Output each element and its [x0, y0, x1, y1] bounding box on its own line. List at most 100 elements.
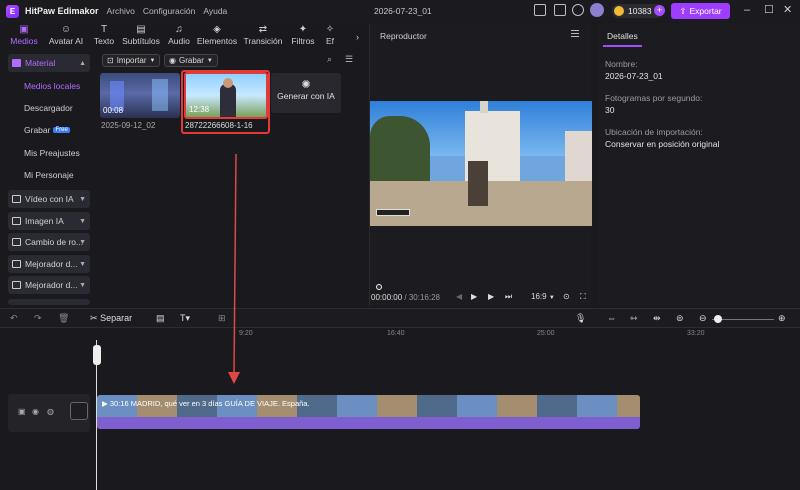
sidebar-item-label: Vídeo con IA — [25, 194, 74, 204]
redo-icon[interactable]: ↷ — [34, 313, 42, 324]
ruler-tick: 25:00 — [537, 330, 555, 337]
split-button[interactable]: ✂ Separar — [90, 313, 132, 324]
import-icon: ⊡ — [107, 56, 114, 65]
magic-icon: ✺ — [301, 79, 311, 91]
layout-icon[interactable] — [534, 4, 546, 16]
free-badge: Free — [53, 127, 70, 133]
sidebar-item-descargador[interactable]: Descargador — [8, 99, 90, 117]
tab-label: Texto — [93, 36, 115, 46]
media-duration: 00:08 — [103, 106, 124, 115]
menu-icon[interactable] — [571, 30, 579, 37]
microphone-icon[interactable]: 🎙 — [575, 313, 586, 324]
fast-forward-icon[interactable]: ⏭ — [505, 292, 512, 302]
snap-icon[interactable]: ⇿ — [630, 313, 638, 324]
text-icon: T — [100, 24, 108, 35]
minimize-icon[interactable]: – — [744, 4, 750, 16]
delete-icon[interactable]: 🗑 — [58, 313, 69, 324]
tab-medios[interactable]: ▣ Medios — [6, 22, 42, 48]
sidebar-group-imagen-ia[interactable]: Imagen IA ▼ — [8, 212, 90, 230]
tab-detalles[interactable]: Detalles — [603, 27, 642, 47]
keyboard-icon[interactable] — [554, 4, 566, 16]
download-icon[interactable] — [572, 4, 584, 16]
step-back-icon[interactable]: ▶ — [471, 292, 477, 301]
menu-archivo[interactable]: Archivo — [107, 6, 135, 16]
enhancer-icon — [12, 260, 21, 268]
link-icon[interactable]: ⇔ — [607, 313, 616, 323]
aspect-ratio[interactable]: 16:9 ▼ — [531, 292, 555, 301]
snapshot-icon[interactable]: ⊙ — [563, 292, 570, 301]
generate-ia-button[interactable]: ✺ Generar con IA — [271, 73, 341, 113]
split-audio-icon[interactable]: ⇹ — [653, 313, 661, 324]
visibility-icon[interactable]: ◉ — [32, 407, 39, 416]
tab-audio[interactable]: ♫ Audio — [164, 22, 194, 48]
record-button[interactable]: ◉ Grabar ▼ — [164, 54, 218, 67]
zoom-slider-handle[interactable] — [714, 315, 722, 323]
cover-button[interactable] — [70, 402, 88, 420]
tab-label: Audio — [168, 36, 190, 46]
sidebar-group-mejorador-1[interactable]: Mejorador d... ▼ — [8, 255, 90, 273]
sidebar-item-mis-preajustes[interactable]: Mis Preajustes — [8, 144, 90, 162]
app-name: HitPaw Edimakor — [25, 6, 99, 16]
preview-overlay-text — [376, 209, 410, 216]
tab-efectos[interactable]: ✧ Ef — [320, 22, 340, 48]
sidebar-group-video-ia[interactable]: Vídeo con IA ▼ — [8, 190, 90, 208]
media-tabs: ▣ Medios ☺ Avatar AI T Texto ▤ Subtítulos ♫ A… — [6, 22, 366, 48]
media-thumbnail-1[interactable]: 00:08 — [100, 73, 180, 118]
fit-icon[interactable]: ⊜ — [676, 313, 684, 324]
fullscreen-icon[interactable]: ⛶ — [580, 292, 586, 302]
sidebar-group-mejorador-2[interactable]: Mejorador d... ▼ — [8, 276, 90, 294]
enhancer-icon — [12, 281, 21, 289]
ruler-tick: 33:20 — [687, 330, 705, 337]
media-label: 2025-09-12_02 — [101, 121, 156, 130]
mute-icon[interactable]: ◍ — [47, 407, 54, 416]
zoom-out-icon[interactable]: ⊖ — [699, 313, 707, 324]
tab-avatar-ai[interactable]: ☺ Avatar AI — [42, 22, 90, 48]
sidebar-item-mi-personaje[interactable]: Mi Personaje — [8, 166, 90, 184]
search-icon[interactable]: ⌕ — [327, 54, 332, 65]
sidebar-item-label: Grabar — [24, 125, 51, 135]
sidebar-group-more[interactable] — [8, 299, 90, 305]
tab-transicion[interactable]: ⇄ Transición — [240, 22, 286, 48]
sidebar-group-cambio[interactable]: Cambio de ro... ▼ — [8, 233, 90, 251]
name-label: Nombre: — [605, 59, 638, 69]
menu-ayuda[interactable]: Ayuda — [203, 6, 227, 16]
import-button[interactable]: ⊡ Importar ▼ — [102, 54, 161, 67]
maximize-icon[interactable]: ☐ — [764, 4, 774, 16]
tab-label: Transición — [243, 36, 283, 46]
chevron-down-icon: ▼ — [79, 195, 86, 203]
close-icon[interactable]: ✕ — [783, 4, 792, 16]
sort-icon[interactable]: ☰ — [345, 54, 353, 65]
record-label: Grabar — [178, 56, 204, 65]
export-button[interactable]: ⇪ Exportar — [671, 3, 730, 19]
tab-texto[interactable]: T Texto — [90, 22, 118, 48]
tabs-scroll-right-icon[interactable]: › — [356, 32, 359, 42]
add-coins-button[interactable]: + — [654, 5, 665, 16]
video-preview[interactable] — [370, 101, 592, 226]
avatar[interactable] — [590, 3, 604, 17]
audio-waveform — [97, 417, 640, 429]
elements-icon: ◈ — [213, 24, 221, 35]
arrow-shaft — [233, 153, 237, 375]
text-tool-icon[interactable]: T▾ — [180, 313, 190, 324]
sidebar-item-grabar[interactable]: Grabar Free — [8, 121, 90, 139]
tab-filtros[interactable]: ✦ Filtros — [286, 22, 320, 48]
media-icon: ▣ — [19, 24, 29, 35]
tab-label: Subtítulos — [122, 36, 160, 46]
prev-frame-icon[interactable]: ◀ — [456, 292, 462, 301]
tab-elementos[interactable]: ◈ Elementos — [194, 22, 240, 48]
zoom-in-icon[interactable]: ⊕ — [778, 313, 786, 324]
menu-configuracion[interactable]: Configuración — [143, 6, 195, 16]
play-icon[interactable]: ▶ — [488, 292, 494, 301]
tab-subtitulos[interactable]: ▤ Subtítulos — [118, 22, 164, 48]
subtitle-tool-icon[interactable]: ▤ — [156, 313, 165, 324]
timeline-ruler[interactable]: 9:20 16:40 25:00 33:20 — [97, 328, 800, 340]
sidebar-material[interactable]: Material ▲ — [8, 54, 90, 72]
video-clip[interactable]: ▶ 30:16 MADRID, qué ver en 3 días GUÍA D… — [97, 395, 640, 429]
sidebar-item-medios-locales[interactable]: Medios locales — [8, 77, 90, 95]
crop-icon[interactable]: ⊞ — [218, 313, 226, 324]
clip-title-text: 30:16 MADRID, qué ver en 3 días GUÍA DE … — [109, 399, 310, 408]
undo-icon[interactable]: ↶ — [10, 313, 18, 324]
playhead-knob[interactable] — [376, 284, 382, 290]
chevron-up-icon: ▲ — [79, 59, 86, 67]
playhead-handle[interactable] — [93, 345, 101, 365]
